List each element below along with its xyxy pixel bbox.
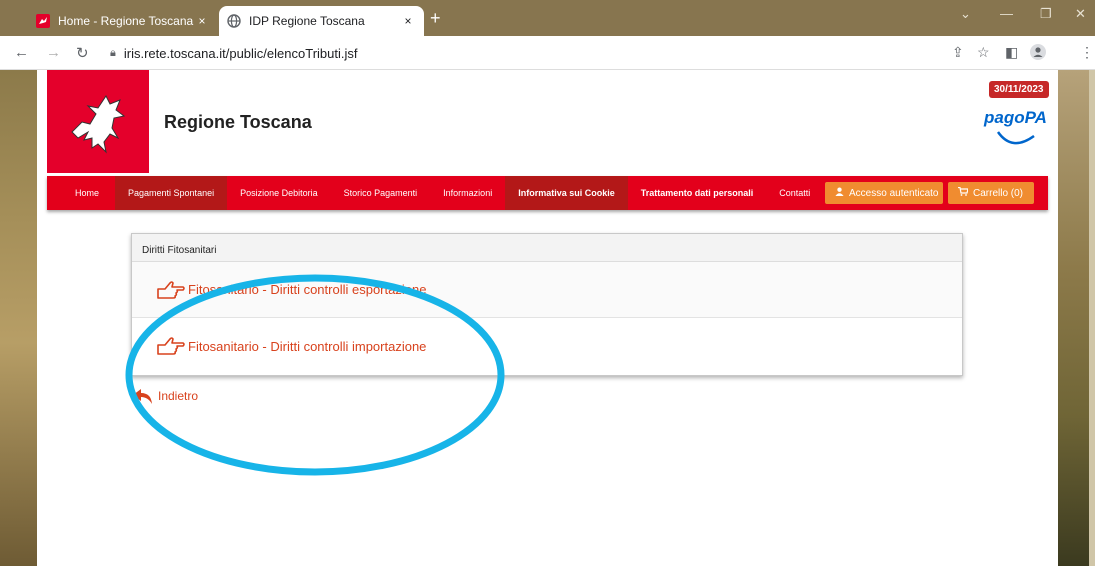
side-panel-icon[interactable]: ◧ <box>1005 44 1018 61</box>
tributo-link-importazione[interactable]: Fitosanitario - Diritti controlli import… <box>188 339 426 354</box>
restore-icon[interactable]: ❐ <box>1040 6 1052 22</box>
pagopa-logo: pagoPA <box>984 108 1047 127</box>
regione-toscana-favicon-icon <box>36 14 50 28</box>
menu-informazioni[interactable]: Informazioni <box>430 176 505 210</box>
address-bar[interactable]: 🔒︎ iris.rete.toscana.it/public/elencoTri… <box>96 40 991 66</box>
back-arrow-icon[interactable]: ← <box>14 44 29 61</box>
user-icon <box>835 187 844 199</box>
lock-icon: 🔒︎ <box>110 46 116 59</box>
list-item[interactable]: Fitosanitario - Diritti controlli import… <box>132 318 962 374</box>
tributi-panel: Diritti Fitosanitari Fitosanitario - Dir… <box>131 233 963 376</box>
scrollbar[interactable] <box>1089 70 1095 566</box>
minimize-icon[interactable]: — <box>1000 6 1013 21</box>
tributo-link-esportazione[interactable]: Fitosanitario - Diritti controlli esport… <box>188 282 426 297</box>
main-menu: Home Pagamenti Spontanei Posizione Debit… <box>47 176 1048 210</box>
globe-icon <box>227 14 241 28</box>
share-icon[interactable]: ⇪ <box>952 44 964 61</box>
reload-icon[interactable]: ↻ <box>76 44 89 62</box>
new-tab-button[interactable]: + <box>430 8 441 28</box>
browser-tab-bar: Home - Regione Toscana × IDP Regione Tos… <box>0 0 1095 36</box>
pegasus-icon <box>71 94 126 154</box>
login-button[interactable]: Accesso autenticato <box>825 182 943 204</box>
tab-title: IDP Regione Toscana <box>249 14 365 28</box>
menu-contatti[interactable]: Contatti <box>766 176 823 210</box>
bookmark-star-icon[interactable]: ☆ <box>977 44 990 61</box>
tab-idp[interactable]: IDP Regione Toscana × <box>219 6 424 36</box>
browser-toolbar: ← → ↻ 🔒︎ iris.rete.toscana.it/public/ele… <box>0 36 1095 70</box>
menu-kebab-icon[interactable]: ⋮ <box>1080 44 1094 61</box>
back-link-label: Indietro <box>158 389 199 403</box>
menu-trattamento-dati[interactable]: Trattamento dati personali <box>628 176 767 210</box>
back-link[interactable]: Indietro <box>132 387 198 405</box>
cart-icon <box>958 186 969 199</box>
pointing-hand-icon <box>157 280 185 299</box>
menu-posizione-debitoria[interactable]: Posizione Debitoria <box>227 176 331 210</box>
tab-search-icon[interactable]: ⌄ <box>960 6 971 22</box>
menu-pagamenti-spontanei[interactable]: Pagamenti Spontanei <box>115 176 228 210</box>
date-badge: 30/11/2023 <box>989 81 1049 98</box>
tab-close-icon[interactable]: × <box>400 14 416 28</box>
login-button-label: Accesso autenticato <box>849 187 939 199</box>
pointing-hand-icon <box>157 337 185 355</box>
panel-title: Diritti Fitosanitari <box>132 234 962 262</box>
menu-informativa-cookie[interactable]: Informativa sui Cookie <box>505 176 628 210</box>
list-item[interactable]: Fitosanitario - Diritti controlli esport… <box>132 262 962 318</box>
close-window-icon[interactable]: ✕ <box>1075 6 1086 22</box>
pagopa-swoosh-icon <box>996 131 1035 145</box>
site-container: Regione Toscana 30/11/2023 pagoPA Home P… <box>37 70 1058 566</box>
menu-storico-pagamenti[interactable]: Storico Pagamenti <box>331 176 431 210</box>
regione-toscana-logo[interactable] <box>47 70 149 173</box>
forward-arrow-icon[interactable]: → <box>46 44 61 61</box>
url-text: iris.rete.toscana.it/public/elencoTribut… <box>123 45 358 61</box>
tab-title: Home - Regione Toscana <box>58 14 194 28</box>
tab-close-icon[interactable]: × <box>194 14 210 28</box>
menu-home[interactable]: Home <box>47 176 115 210</box>
cart-button-label: Carrello (0) <box>973 187 1024 199</box>
cart-button[interactable]: Carrello (0) <box>948 182 1034 204</box>
reply-arrow-icon <box>133 389 152 404</box>
site-title: Regione Toscana <box>164 112 312 132</box>
profile-avatar-icon[interactable] <box>1030 44 1046 63</box>
tab-home[interactable]: Home - Regione Toscana × <box>28 6 218 36</box>
